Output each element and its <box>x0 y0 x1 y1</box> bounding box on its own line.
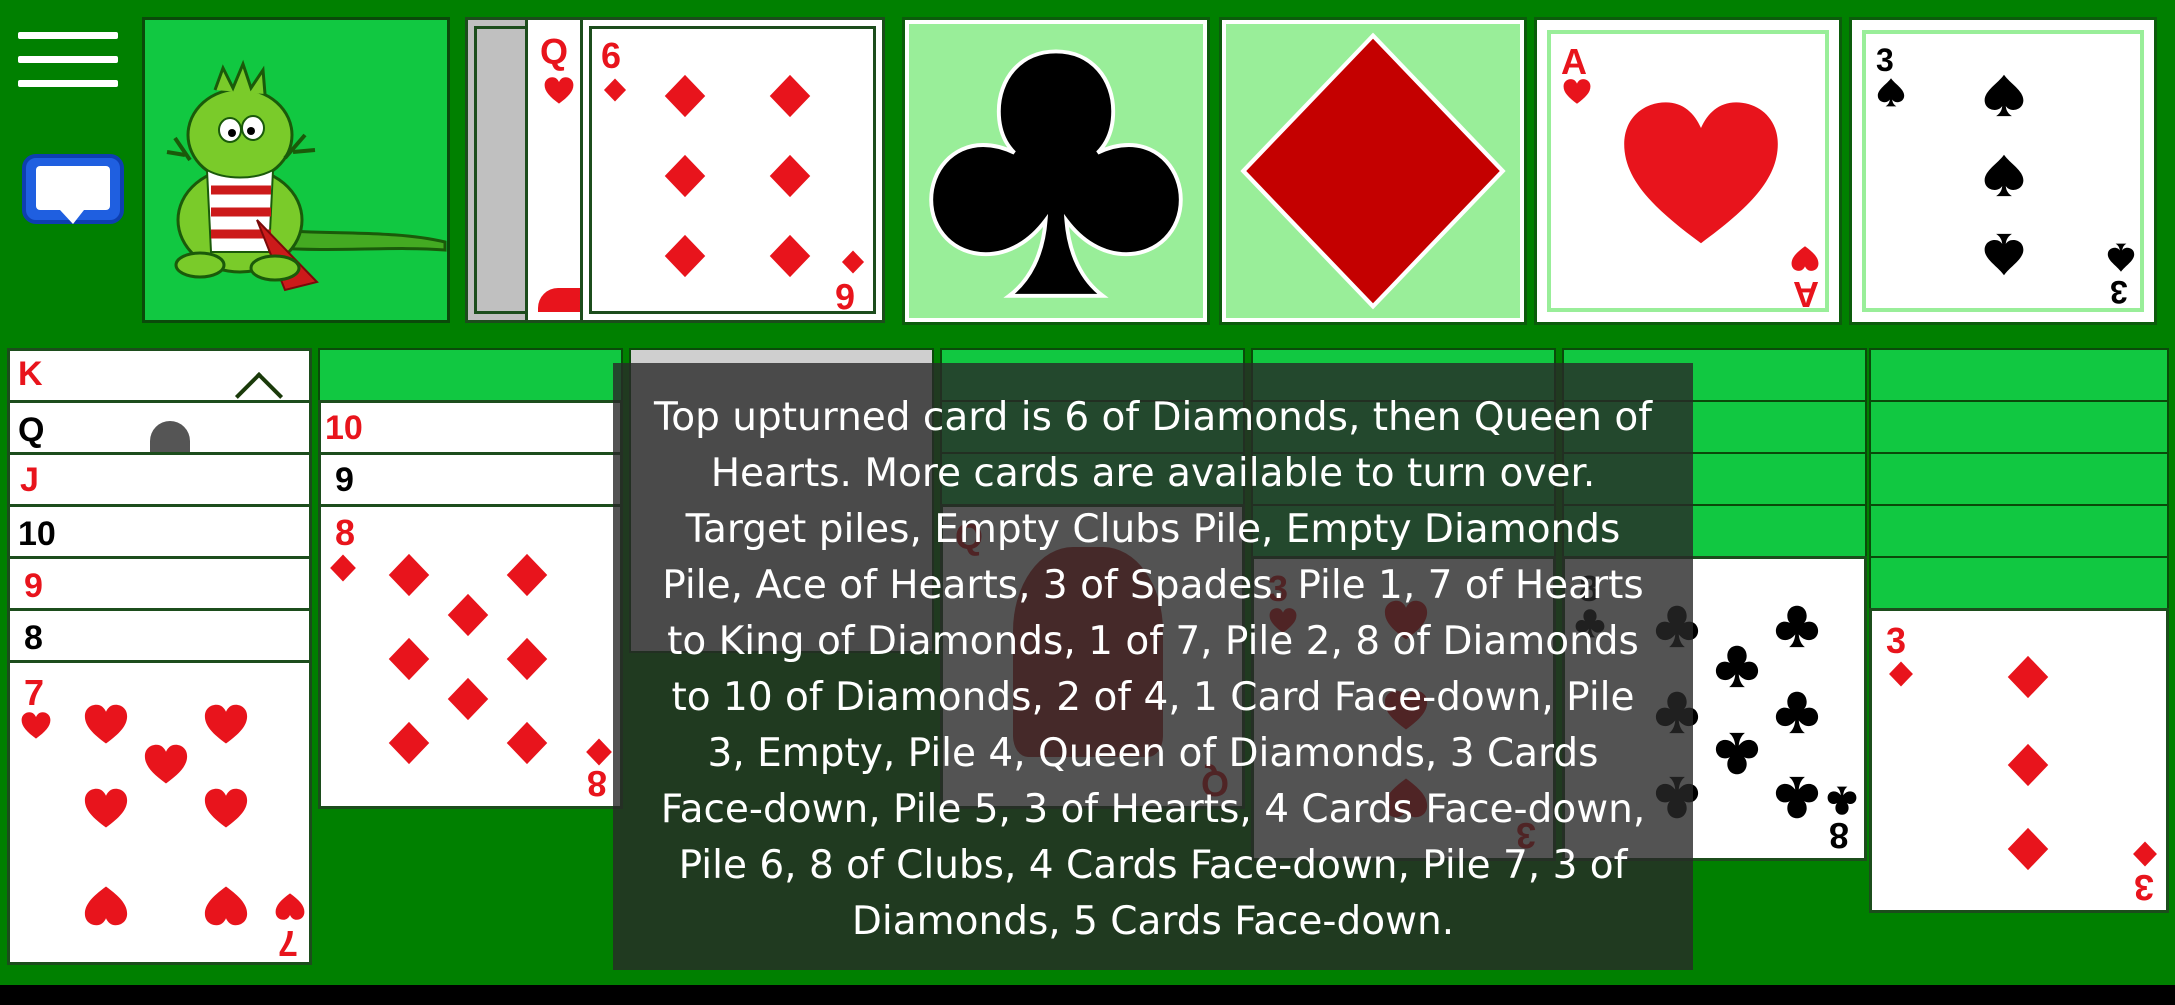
card-rank: 7 <box>278 923 299 964</box>
facedown-card <box>1869 400 2169 460</box>
card-eight-spades[interactable]: 8 <box>7 608 312 668</box>
card-rank: 9 <box>24 567 43 605</box>
card-rank: 3 <box>2110 274 2128 310</box>
facedown-card <box>1869 504 2169 564</box>
facedown-card <box>1869 452 2169 512</box>
card-rank: 10 <box>18 515 56 553</box>
card-nine-hearts[interactable]: 9 <box>7 556 312 616</box>
card-rank: 6 <box>601 35 622 76</box>
card-eight-diamonds[interactable]: 8 8 <box>318 504 623 809</box>
card-three-diamonds[interactable]: 3 3 <box>1869 608 2169 913</box>
card-rank: J <box>20 461 39 499</box>
card-rank: 6 <box>835 276 856 317</box>
stock-pile[interactable] <box>142 17 450 323</box>
card-rank: K <box>18 355 43 393</box>
card-jack-diamonds[interactable]: J <box>7 452 312 512</box>
foundation-diamonds-empty[interactable] <box>1219 17 1527 325</box>
foundation-clubs-empty[interactable] <box>902 17 1210 325</box>
speech-bubble-icon[interactable] <box>20 152 126 234</box>
card-rank: 10 <box>325 409 363 447</box>
card-rank: Q <box>18 411 45 449</box>
diamond-icon <box>1232 30 1514 312</box>
card-seven-hearts[interactable]: 7 7 <box>7 660 312 965</box>
card-rank: 3 <box>2134 867 2155 908</box>
card-queen-spades[interactable]: Q <box>7 400 312 460</box>
heart-icon <box>1624 102 1778 244</box>
card-ten-diamonds[interactable]: 10 <box>318 400 623 460</box>
dragon-mascot-image <box>166 59 447 292</box>
accessibility-tooltip: Top upturned card is 6 of Diamonds, then… <box>613 363 1693 970</box>
card-nine-clubs[interactable]: 9 <box>318 452 623 512</box>
card-rank: A <box>1561 41 1587 82</box>
foundation-ace-hearts[interactable]: A A <box>1534 17 1842 325</box>
card-rank: 8 <box>335 512 356 553</box>
card-ten-clubs[interactable]: 10 <box>7 504 312 564</box>
card-king-diamonds[interactable]: K <box>7 348 312 408</box>
card-rank: A <box>1793 274 1819 315</box>
card-rank: 7 <box>24 672 45 713</box>
card-rank: 3 <box>1886 620 1907 661</box>
facedown-card <box>1869 348 2169 408</box>
card-rank: 8 <box>24 619 43 657</box>
card-rank: Q <box>540 31 569 72</box>
club-icon <box>929 49 1183 298</box>
bottom-edge <box>0 985 2175 1005</box>
game-table: Q 6 6 A A 3 3 K Q J 10 9 8 7 7 10 9 8 8 … <box>0 0 2175 1000</box>
card-rank: 9 <box>335 461 354 499</box>
card-rank: 8 <box>587 763 608 804</box>
facedown-card <box>318 348 623 408</box>
hamburger-menu-icon[interactable] <box>18 32 118 90</box>
card-rank: 3 <box>1876 42 1894 78</box>
facedown-card <box>1869 556 2169 616</box>
card-rank: 8 <box>1829 815 1850 856</box>
foundation-three-spades[interactable]: 3 3 <box>1849 17 2157 325</box>
waste-card-six-diamonds[interactable]: 6 6 <box>580 17 885 323</box>
